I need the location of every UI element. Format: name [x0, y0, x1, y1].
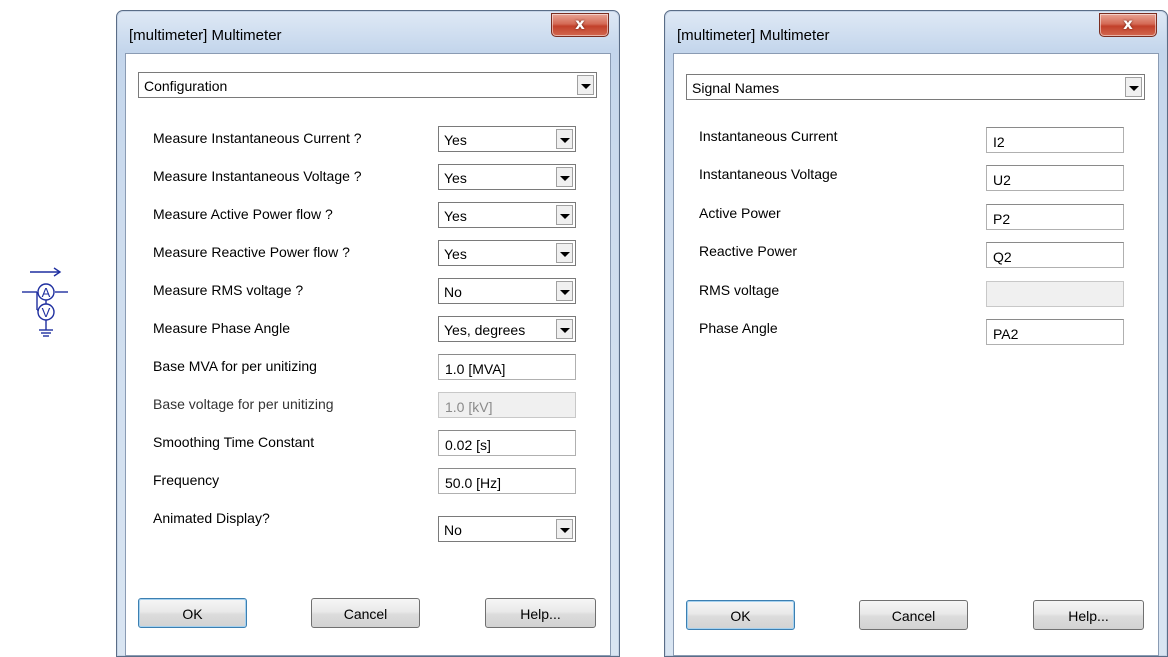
category-dropdown[interactable]: Signal Names [686, 74, 1145, 100]
input-reactive-power[interactable]: Q2 [986, 242, 1124, 268]
input-phase-angle[interactable]: PA2 [986, 319, 1124, 345]
input-smoothing-time-constant[interactable]: 0.02 [s] [438, 430, 576, 456]
label-phase-angle: Measure Phase Angle [153, 320, 290, 336]
dropdown-reactive-power[interactable]: Yes [438, 240, 576, 266]
input-value: U2 [993, 172, 1011, 188]
configuration-dialog: [multimeter] Multimeter x Configuration … [116, 10, 620, 657]
chevron-down-icon[interactable] [556, 519, 573, 539]
label-instantaneous-current: Instantaneous Current [699, 128, 838, 144]
label-instantaneous-current: Measure Instantaneous Current ? [153, 130, 362, 146]
input-instantaneous-voltage[interactable]: U2 [986, 165, 1124, 191]
label-rms-voltage: RMS voltage [699, 282, 780, 298]
label-instantaneous-voltage: Instantaneous Voltage [699, 166, 838, 182]
dropdown-value: No [444, 284, 462, 300]
dropdown-value: Yes [444, 132, 467, 148]
dropdown-rms-voltage[interactable]: No [438, 278, 576, 304]
label-instantaneous-voltage: Measure Instantaneous Voltage ? [153, 168, 362, 184]
cancel-button[interactable]: Cancel [311, 598, 420, 628]
input-value: P2 [993, 211, 1011, 227]
input-value: I2 [993, 134, 1005, 150]
input-value: 0.02 [s] [445, 437, 491, 453]
label-smoothing-time-constant: Smoothing Time Constant [153, 434, 315, 450]
category-value: Signal Names [692, 80, 780, 96]
close-icon: x [1123, 15, 1133, 33]
cancel-label: Cancel [343, 606, 388, 622]
input-value: Q2 [993, 249, 1012, 265]
input-rms-voltage [986, 281, 1124, 307]
chevron-down-icon[interactable] [556, 167, 573, 187]
label-active-power: Active Power [699, 205, 781, 221]
help-button[interactable]: Help... [485, 598, 596, 628]
chevron-down-icon[interactable] [556, 319, 573, 339]
dialog-title: [multimeter] Multimeter [677, 27, 830, 44]
dropdown-value: Yes [444, 170, 467, 186]
dropdown-value: Yes, degrees [444, 322, 526, 338]
chevron-down-icon[interactable] [556, 243, 573, 263]
input-frequency[interactable]: 50.0 [Hz] [438, 468, 576, 494]
input-value: 1.0 [MVA] [445, 361, 506, 377]
cancel-button[interactable]: Cancel [859, 600, 968, 630]
label-animated-display: Animated Display? [153, 510, 270, 526]
label-phase-angle: Phase Angle [699, 320, 778, 336]
chevron-down-icon[interactable] [577, 75, 594, 95]
help-label: Help... [1068, 608, 1109, 624]
dialog-titlebar[interactable]: [multimeter] Multimeter x [665, 11, 1167, 53]
close-icon: x [575, 15, 585, 33]
dropdown-animated-display[interactable]: No [438, 516, 576, 542]
cancel-label: Cancel [891, 608, 936, 624]
label-active-power: Measure Active Power flow ? [153, 206, 333, 222]
label-rms-voltage: Measure RMS voltage ? [153, 282, 304, 298]
dialog-body: Signal Names Instantaneous Current I2 In… [673, 53, 1159, 656]
input-value: 50.0 [Hz] [445, 475, 502, 491]
dropdown-value: Yes [444, 246, 467, 262]
dialog-title: [multimeter] Multimeter [129, 27, 282, 44]
ok-button[interactable]: OK [686, 600, 795, 630]
dropdown-active-power[interactable]: Yes [438, 202, 576, 228]
ammeter-letter: A [42, 285, 51, 300]
category-dropdown[interactable]: Configuration [138, 72, 597, 98]
dropdown-instantaneous-voltage[interactable]: Yes [438, 164, 576, 190]
input-instantaneous-current[interactable]: I2 [986, 127, 1124, 153]
help-label: Help... [520, 606, 561, 622]
ok-label: OK [182, 606, 203, 622]
chevron-down-icon[interactable] [556, 205, 573, 225]
dialog-body: Configuration Measure Instantaneous Curr… [125, 53, 611, 656]
label-reactive-power: Reactive Power [699, 243, 798, 259]
voltmeter-letter: V [42, 305, 51, 320]
dropdown-value: Yes [444, 208, 467, 224]
signal-names-dialog: [multimeter] Multimeter x Signal Names I… [664, 10, 1168, 657]
chevron-down-icon[interactable] [556, 129, 573, 149]
dropdown-instantaneous-current[interactable]: Yes [438, 126, 576, 152]
input-active-power[interactable]: P2 [986, 204, 1124, 230]
dropdown-value: No [444, 522, 462, 538]
dialog-titlebar[interactable]: [multimeter] Multimeter x [117, 11, 619, 53]
close-button[interactable]: x [551, 13, 609, 37]
label-reactive-power: Measure Reactive Power flow ? [153, 244, 350, 260]
label-frequency: Frequency [153, 472, 220, 488]
chevron-down-icon[interactable] [1125, 77, 1142, 97]
input-value: 1.0 [kV] [445, 399, 493, 415]
chevron-down-icon[interactable] [556, 281, 573, 301]
ok-button[interactable]: OK [138, 598, 247, 628]
label-base-voltage: Base voltage for per unitizing [153, 396, 334, 412]
ok-label: OK [730, 608, 751, 624]
input-value: PA2 [993, 326, 1019, 342]
close-button[interactable]: x [1099, 13, 1157, 37]
label-base-mva: Base MVA for per unitizing [153, 358, 317, 374]
category-value: Configuration [144, 78, 228, 94]
dropdown-phase-angle[interactable]: Yes, degrees [438, 316, 576, 342]
input-base-voltage: 1.0 [kV] [438, 392, 576, 418]
input-base-mva[interactable]: 1.0 [MVA] [438, 354, 576, 380]
multimeter-symbol-icon[interactable]: A V [20, 262, 76, 346]
help-button[interactable]: Help... [1033, 600, 1144, 630]
